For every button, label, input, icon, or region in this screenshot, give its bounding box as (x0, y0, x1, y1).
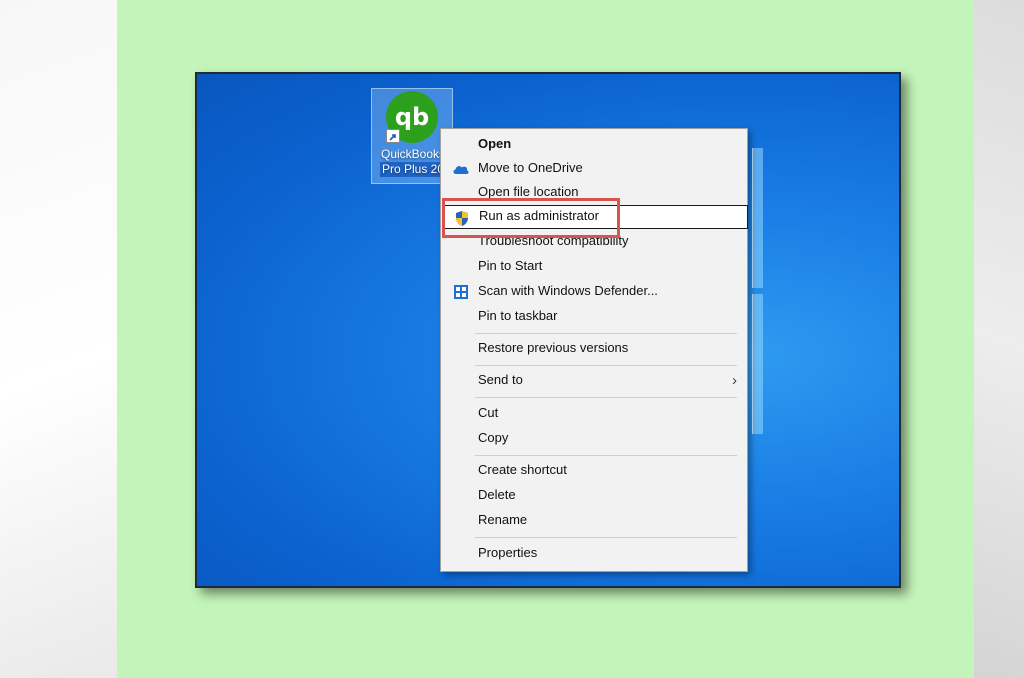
menu-separator (475, 537, 737, 538)
right-background (974, 0, 1024, 678)
menu-item-troubleshoot-compatibility[interactable]: Troubleshoot compatibility (441, 230, 747, 254)
menu-item-move-to-onedrive[interactable]: Move to OneDrive (441, 157, 747, 181)
menu-item-label: Open (478, 136, 512, 151)
menu-item-label: Send to (478, 372, 523, 387)
menu-item-label: Restore previous versions (478, 340, 629, 355)
wallpaper-light-bar (752, 148, 763, 288)
menu-item-label: Pin to Start (478, 258, 543, 273)
menu-item-pin-to-start[interactable]: Pin to Start (441, 255, 747, 279)
menu-item-label: Copy (478, 430, 509, 445)
context-menu: Open Move to OneDrive Open file location… (440, 128, 748, 572)
menu-separator (475, 365, 737, 366)
menu-separator (475, 397, 737, 398)
menu-item-label: Move to OneDrive (478, 160, 583, 175)
left-background (0, 0, 117, 678)
menu-item-rename[interactable]: Rename (441, 509, 747, 533)
chevron-right-icon: › (732, 372, 737, 389)
menu-item-run-as-administrator[interactable]: Run as administrator (442, 205, 748, 229)
uac-shield-icon (453, 210, 471, 226)
menu-item-label: Scan with Windows Defender... (478, 283, 658, 298)
menu-item-send-to[interactable]: Send to › (441, 369, 747, 393)
menu-item-label: Pin to taskbar (478, 308, 558, 323)
menu-item-open-file-location[interactable]: Open file location (441, 181, 747, 205)
menu-item-copy[interactable]: Copy (441, 427, 747, 451)
menu-separator (475, 333, 737, 334)
menu-item-label: Cut (478, 405, 499, 420)
menu-item-label: Delete (478, 487, 516, 502)
menu-item-label: Create shortcut (478, 462, 567, 477)
onedrive-cloud-icon (452, 161, 470, 177)
menu-item-label: Troubleshoot compatibility (478, 233, 629, 248)
shortcut-arrow-icon (386, 129, 400, 143)
menu-item-cut[interactable]: Cut (441, 402, 747, 426)
menu-item-label: Properties (478, 545, 538, 560)
menu-item-create-shortcut[interactable]: Create shortcut (441, 459, 747, 483)
svg-text:qb: qb (395, 103, 429, 131)
menu-item-label: Open file location (478, 184, 579, 199)
menu-item-restore-previous-versions[interactable]: Restore previous versions (441, 337, 747, 361)
wallpaper-light-bar (752, 294, 763, 434)
menu-item-label: Run as administrator (479, 208, 599, 223)
menu-item-pin-to-taskbar[interactable]: Pin to taskbar (441, 305, 747, 329)
menu-item-scan-with-windows-defender[interactable]: Scan with Windows Defender... (441, 280, 747, 304)
menu-item-delete[interactable]: Delete (441, 484, 747, 508)
menu-item-properties[interactable]: Properties (441, 542, 747, 566)
menu-separator (475, 455, 737, 456)
menu-item-label: Rename (478, 512, 528, 527)
defender-icon (452, 284, 470, 300)
menu-item-open[interactable]: Open (441, 133, 747, 157)
